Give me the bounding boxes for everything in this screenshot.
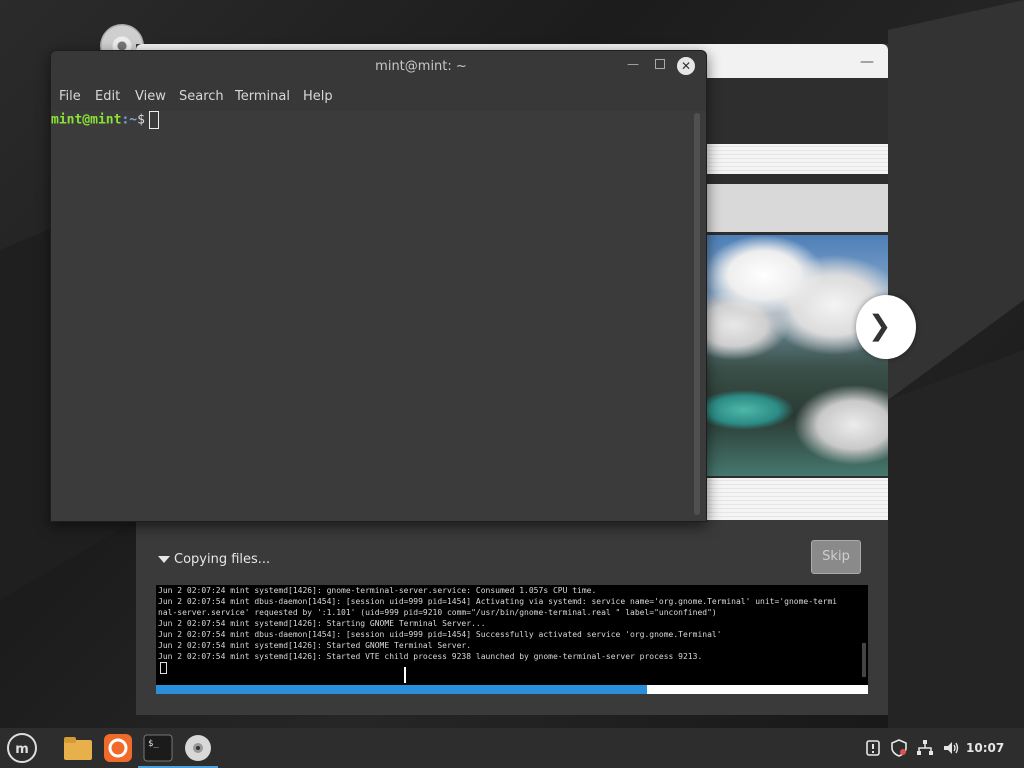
log-line: Jun 2 02:07:54 mint dbus-daemon[1454]: [… — [158, 597, 838, 606]
slideshow-strip-bottom — [704, 478, 888, 520]
terminal-cursor — [148, 111, 159, 129]
close-icon[interactable]: ✕ — [677, 57, 695, 75]
minimize-icon[interactable]: — — [627, 57, 639, 71]
slideshow-strip — [704, 144, 888, 174]
mint-menu-icon[interactable]: m — [6, 732, 38, 764]
volume-icon[interactable] — [942, 739, 960, 757]
menu-terminal[interactable]: Terminal — [235, 89, 290, 104]
menu-help[interactable]: Help — [303, 89, 333, 104]
taskbar: m $_ 10:07 — [0, 728, 1024, 768]
log-lines: Jun 2 02:07:24 mint systemd[1426]: gnome… — [156, 585, 868, 677]
log-cursor-line — [156, 662, 868, 677]
files-icon[interactable] — [62, 732, 94, 764]
prompt-symbol: $ — [137, 112, 145, 128]
menu-edit[interactable]: Edit — [95, 89, 120, 104]
menu-view[interactable]: View — [135, 89, 166, 104]
triangle-down-icon — [158, 556, 170, 563]
log-cursor — [160, 662, 167, 674]
svg-text:$_: $_ — [148, 739, 159, 749]
slide-next-button[interactable]: ❯ — [856, 295, 916, 359]
copying-expander[interactable]: Copying files... — [158, 552, 270, 567]
log-line: Jun 2 02:07:54 mint systemd[1426]: Start… — [158, 652, 703, 661]
terminal-icon[interactable]: $_ — [142, 732, 174, 764]
firefox-icon[interactable] — [102, 732, 134, 764]
install-progress-bar — [156, 685, 868, 694]
log-line: Jun 2 02:07:24 mint systemd[1426]: gnome… — [158, 586, 597, 595]
log-scrollbar[interactable] — [862, 643, 866, 677]
terminal-menubar: File Edit View Search Terminal Help — [51, 83, 706, 111]
prompt-user: mint@mint — [51, 112, 122, 128]
log-line: nal-server.service' requested by ':1.101… — [158, 608, 717, 617]
network-icon[interactable] — [916, 739, 934, 757]
disc-icon[interactable] — [182, 732, 214, 764]
install-log[interactable]: Jun 2 02:07:24 mint systemd[1426]: gnome… — [156, 585, 868, 685]
menu-file[interactable]: File — [59, 89, 81, 104]
copying-label: Copying files... — [174, 552, 271, 567]
menu-search[interactable]: Search — [179, 89, 224, 104]
terminal-body[interactable]: mint@mint:~$ — [51, 111, 706, 521]
updates-icon[interactable] — [864, 739, 882, 757]
svg-text:m: m — [15, 742, 29, 757]
terminal-window: mint@mint: ~ — ✕ File Edit View Search T… — [50, 50, 707, 522]
skip-button[interactable]: Skip — [811, 540, 861, 574]
terminal-titlebar[interactable]: mint@mint: ~ — ✕ — [51, 51, 706, 83]
slideshow-image — [704, 235, 888, 476]
chevron-right-icon: ❯ — [868, 309, 892, 342]
log-line: Jun 2 02:07:54 mint dbus-daemon[1454]: [… — [158, 630, 722, 639]
clock[interactable]: 10:07 — [966, 741, 1004, 755]
slideshow-header — [704, 184, 888, 232]
log-line: Jun 2 02:07:54 mint systemd[1426]: Start… — [158, 619, 486, 628]
shield-icon[interactable] — [890, 739, 908, 757]
progress-fill — [156, 685, 648, 694]
minimize-icon[interactable]: — — [860, 54, 874, 70]
log-line: Jun 2 02:07:54 mint systemd[1426]: Start… — [158, 641, 472, 650]
terminal-scrollbar[interactable] — [694, 113, 700, 515]
maximize-icon[interactable] — [655, 59, 665, 69]
shell-prompt: mint@mint:~$ — [51, 111, 159, 130]
text-cursor-icon — [404, 667, 414, 683]
prompt-path: :~ — [121, 112, 138, 128]
